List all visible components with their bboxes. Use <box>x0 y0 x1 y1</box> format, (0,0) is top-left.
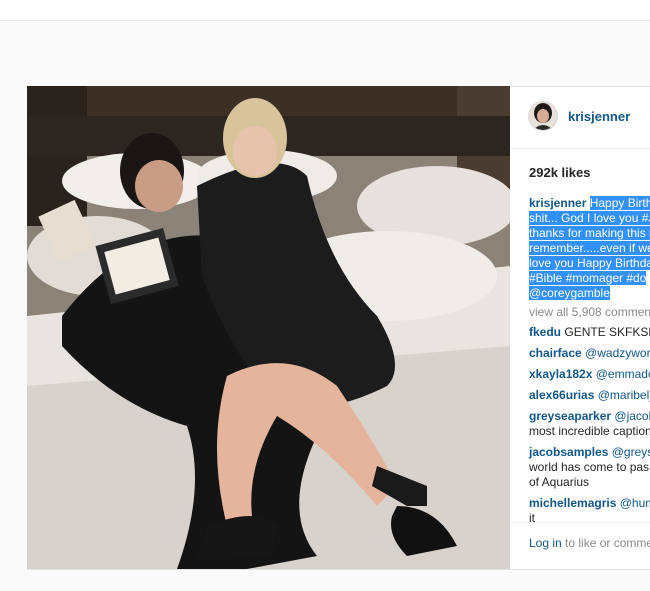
post-header: krisjenner <box>510 86 650 149</box>
comment-line: chairface @wadzywort <box>529 346 650 361</box>
comment-username-link[interactable]: chairface <box>529 346 582 360</box>
comment-text: world has come to pas <box>529 460 650 474</box>
login-prompt-text: to like or comme <box>561 536 650 550</box>
comment-mention-link[interactable]: @maribel_ <box>598 388 650 402</box>
comment-text: GENTE SKFKSK <box>564 325 650 339</box>
caption-text: shit... God I love you #J <box>529 211 650 225</box>
comment-mention-link[interactable]: @emmadou <box>596 367 650 381</box>
comment-mention-link[interactable]: @wadzywort <box>585 346 650 360</box>
login-link[interactable]: Log in <box>529 536 562 550</box>
top-nav-bar <box>0 0 650 21</box>
caption-text: love you Happy Birthda <box>529 256 650 270</box>
likes-count[interactable]: 292k likes <box>529 165 590 180</box>
comment-text: of Aquarius <box>529 475 590 489</box>
comment-mention-link[interactable]: @greyse <box>612 445 650 459</box>
caption-line: krisjenner Happy Birthd <box>529 196 650 211</box>
post-photo-illustration <box>27 86 510 569</box>
caption-username-link[interactable]: krisjenner <box>529 196 586 210</box>
comment-line: alex66urias @maribel_ <box>529 388 650 403</box>
comment-username-link[interactable]: alex66urias <box>529 388 594 402</box>
comment-item: fkedu GENTE SKFKSK <box>529 325 650 340</box>
post-sidebar: krisjenner 292k likes krisjenner Happy B… <box>510 86 650 570</box>
post-caption: krisjenner Happy Birthd shit... God I lo… <box>529 196 650 301</box>
post-username-link[interactable]: krisjenner <box>568 109 630 124</box>
comment-line: michellemagris @humz <box>529 496 650 511</box>
caption-text: #Bible #momager #do <box>529 271 647 285</box>
comment-username-link[interactable]: jacobsamples <box>529 445 608 459</box>
comment-line: jacobsamples @greyse <box>529 445 650 460</box>
comment-mention-link[interactable]: @humz <box>620 496 650 510</box>
comment-line: xkayla182x @emmadou <box>529 367 650 382</box>
caption-line: #Bible #momager #do <box>529 271 650 286</box>
comment-username-link[interactable]: michellemagris <box>529 496 616 510</box>
caption-text: @coreygamble <box>529 286 610 300</box>
avatar[interactable] <box>528 101 558 131</box>
caption-text: thanks for making this m <box>529 226 650 240</box>
comment-text: most incredible caption <box>529 424 650 438</box>
comment-item: jacobsamples @greyse world has come to p… <box>529 445 650 490</box>
comment-item: xkayla182x @emmadou <box>529 367 650 382</box>
comment-line: fkedu GENTE SKFKSK <box>529 325 650 340</box>
caption-text: remember.....even if we <box>529 241 650 255</box>
login-prompt: Log in to like or comme <box>529 536 650 550</box>
comment-username-link[interactable]: greyseaparker <box>529 409 611 423</box>
comment-item: alex66urias @maribel_ <box>529 388 650 403</box>
comment-username-link[interactable]: fkedu <box>529 325 561 339</box>
caption-line: thanks for making this m <box>529 226 650 241</box>
caption-line: @coreygamble <box>529 286 650 301</box>
caption-line: love you Happy Birthda <box>529 256 650 271</box>
avatar-image <box>529 102 557 130</box>
comment-line: greyseaparker @jacobs <box>529 409 650 424</box>
comment-username-link[interactable]: xkayla182x <box>529 367 592 381</box>
caption-text: Happy Birthd <box>589 196 650 210</box>
post-photo[interactable] <box>27 86 510 569</box>
caption-line: remember.....even if we <box>529 241 650 256</box>
caption-line: shit... God I love you #J <box>529 211 650 226</box>
comment-item: chairface @wadzywort <box>529 346 650 361</box>
comment-mention-link[interactable]: @jacobs <box>614 409 650 423</box>
view-all-comments-link[interactable]: view all 5,908 commen <box>529 305 650 319</box>
comment-list: fkedu GENTE SKFKSK chairface @wadzywort … <box>529 325 650 532</box>
comment-item: greyseaparker @jacobs most incredible ca… <box>529 409 650 439</box>
post-footer: Log in to like or comme <box>510 522 650 570</box>
